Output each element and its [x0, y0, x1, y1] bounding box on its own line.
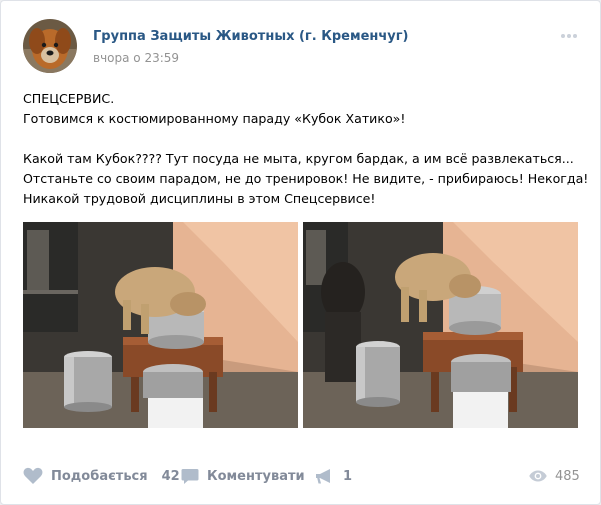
group-avatar[interactable]: [23, 19, 77, 73]
eye-icon: [529, 470, 547, 482]
more-options-icon[interactable]: [558, 28, 580, 42]
post-timestamp[interactable]: вчора о 23:59: [93, 51, 179, 65]
heart-icon: [23, 467, 43, 484]
post-text-line: Никакой трудовой дисциплины в этом Спецс…: [23, 191, 376, 206]
post-text-line: Отстаньте со своим парадом, не до тренир…: [23, 171, 589, 186]
like-label: Подобається: [51, 468, 148, 484]
post-photo-2[interactable]: [303, 222, 578, 428]
share-button[interactable]: 1: [315, 462, 352, 490]
comment-icon: [181, 468, 199, 484]
post-text-blank-line: [23, 129, 583, 149]
post-text: СПЕЦСЕРВИС. Готовимся к костюмированному…: [23, 89, 589, 209]
photo-dog-pots-2: [303, 222, 578, 428]
post-photo-1[interactable]: [23, 222, 298, 428]
post-text-line: Готовимся к костюмированному параду «Куб…: [23, 111, 406, 126]
post-card: Группа Защиты Животных (г. Кременчуг) вч…: [0, 0, 601, 505]
views-count: 485: [555, 468, 580, 484]
views-counter: 485: [529, 462, 580, 490]
post-actions-bar: Подобається 42 Коментувати 1 485: [1, 462, 600, 490]
share-count: 1: [343, 468, 353, 484]
comment-button[interactable]: Коментувати: [181, 462, 305, 490]
comment-label: Коментувати: [207, 468, 305, 484]
post-text-line: СПЕЦСЕРВИС.: [23, 91, 115, 106]
like-count: 42: [161, 468, 180, 484]
dog-avatar-icon: [23, 19, 77, 73]
group-name-link[interactable]: Группа Защиты Животных (г. Кременчуг): [93, 29, 409, 44]
like-button[interactable]: Подобається 42: [23, 462, 180, 490]
photo-dog-pots-1: [23, 222, 298, 428]
post-text-line: Какой там Кубок???? Тут посуда не мыта, …: [23, 151, 574, 166]
megaphone-icon: [316, 468, 330, 483]
